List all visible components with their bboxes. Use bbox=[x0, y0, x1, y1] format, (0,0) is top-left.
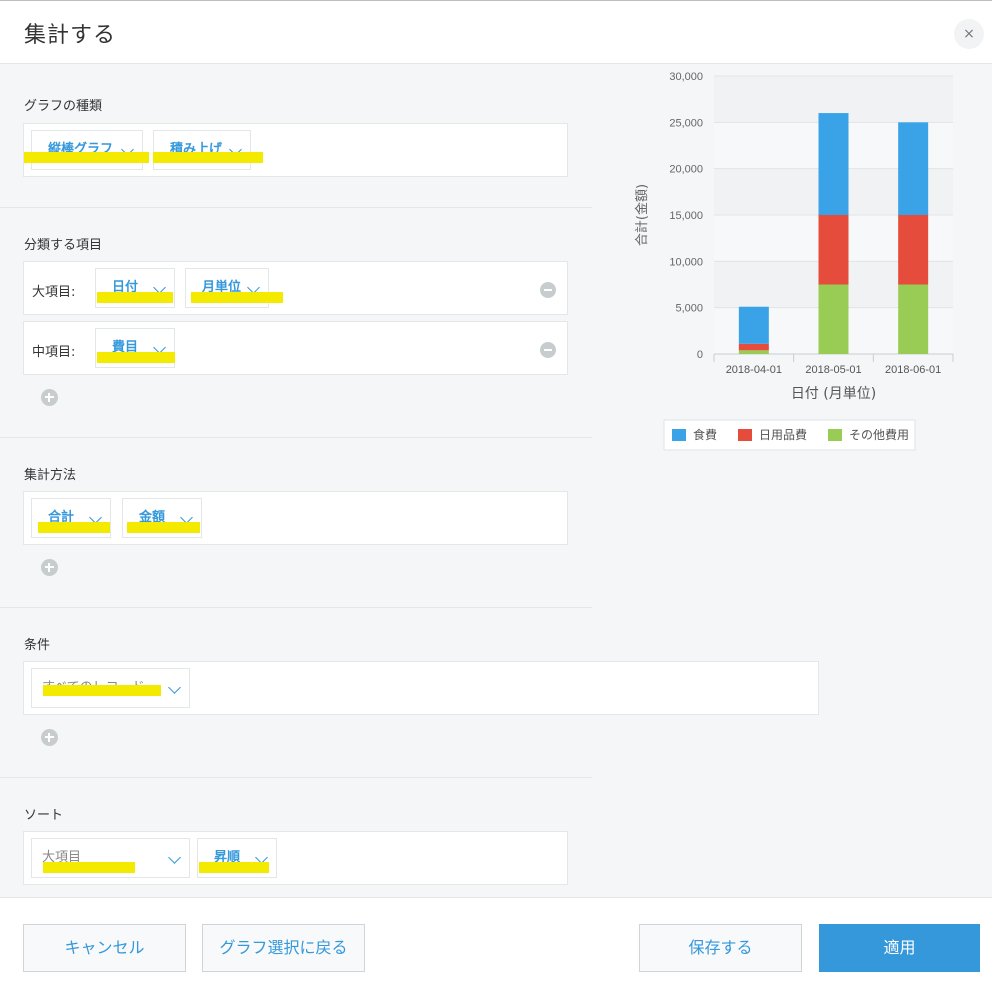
bar-segment bbox=[898, 284, 929, 354]
major-item-row: 大項目: 日付 月単位 bbox=[23, 261, 568, 315]
back-to-graph-select-button[interactable]: グラフ選択に戻る bbox=[202, 924, 365, 972]
highlight-mark bbox=[24, 152, 149, 163]
classification-section: 分類する項目 大項目: 日付 月単位 中項目: 費目 bbox=[0, 208, 592, 437]
graph-type-label: グラフの種類 bbox=[24, 99, 103, 114]
condition-label: 条件 bbox=[24, 638, 51, 653]
legend-label: 食費 bbox=[693, 427, 717, 442]
chevron-down-icon bbox=[168, 851, 181, 864]
legend-label: 日用品費 bbox=[759, 427, 807, 442]
dialog-title: 集計する bbox=[24, 23, 117, 48]
stack-mode-dropdown[interactable]: 積み上げ bbox=[153, 130, 251, 170]
bar-segment bbox=[818, 284, 849, 354]
middle-item-label: 中項目: bbox=[32, 345, 76, 360]
remove-row-icon[interactable] bbox=[540, 342, 556, 358]
bar-segment bbox=[818, 113, 849, 215]
highlight-mark bbox=[38, 522, 110, 533]
major-item-label: 大項目: bbox=[32, 285, 76, 300]
legend-swatch bbox=[672, 429, 686, 441]
chevron-down-icon bbox=[168, 681, 181, 694]
bar-segment bbox=[738, 350, 769, 354]
add-item-icon[interactable] bbox=[41, 389, 58, 406]
aggregation-box: 合計 金額 bbox=[23, 491, 568, 545]
legend-label: その他費用 bbox=[849, 427, 909, 442]
highlight-mark bbox=[191, 292, 283, 303]
dialog-footer: キャンセル グラフ選択に戻る 保存する 適用 bbox=[0, 897, 992, 985]
sort-label: ソート bbox=[24, 808, 64, 823]
highlight-mark bbox=[97, 352, 175, 363]
bar-segment bbox=[738, 306, 769, 344]
legend-swatch bbox=[738, 429, 752, 441]
condition-section: 条件 すべてのレコード bbox=[0, 608, 830, 777]
bar-segment bbox=[738, 343, 769, 351]
bar-segment bbox=[898, 215, 929, 285]
stacked-bar-chart: 0 5,000 10,000 15,000 20,000 25,000 30,000 2018… bbox=[634, 71, 954, 451]
condition-box: すべてのレコード bbox=[23, 661, 819, 715]
save-button[interactable]: 保存する bbox=[639, 924, 802, 972]
cancel-button[interactable]: キャンセル bbox=[23, 924, 186, 972]
chart-type-dropdown[interactable]: 縦棒グラフ bbox=[31, 130, 143, 170]
x-axis-title: 日付 (月単位) bbox=[791, 386, 876, 402]
apply-button[interactable]: 適用 bbox=[819, 924, 980, 972]
close-icon[interactable]: × bbox=[954, 19, 984, 49]
y-axis-title: 合計(金額) bbox=[634, 184, 650, 246]
x-tick-label: 2018-05-01 bbox=[805, 364, 861, 376]
y-tick-label: 10,000 bbox=[669, 256, 703, 268]
graph-type-box: 縦棒グラフ 積み上げ bbox=[23, 123, 568, 177]
add-condition-icon[interactable] bbox=[41, 729, 58, 746]
remove-row-icon[interactable] bbox=[540, 282, 556, 298]
x-tick-label: 2018-06-01 bbox=[885, 364, 941, 376]
legend-swatch bbox=[828, 429, 842, 441]
graph-type-section: グラフの種類 縦棒グラフ 積み上げ bbox=[0, 64, 592, 207]
chart-preview: 0 5,000 10,000 15,000 20,000 25,000 30,000 2018… bbox=[616, 64, 962, 466]
sort-box: 大項目 昇順 bbox=[23, 831, 568, 885]
dialog-header: 集計する × bbox=[0, 0, 992, 64]
highlight-mark bbox=[153, 152, 263, 163]
highlight-mark bbox=[97, 292, 173, 303]
bar-segment bbox=[898, 122, 929, 215]
bar-segment bbox=[818, 215, 849, 285]
aggregation-section: 集計方法 合計 金額 bbox=[0, 438, 592, 607]
y-tick-label: 20,000 bbox=[669, 164, 703, 176]
highlight-mark bbox=[199, 862, 269, 873]
y-tick-label: 15,000 bbox=[669, 210, 703, 222]
highlight-mark bbox=[43, 685, 161, 696]
middle-item-row: 中項目: 費目 bbox=[23, 321, 568, 375]
y-tick-label: 0 bbox=[697, 349, 703, 361]
x-tick-label: 2018-04-01 bbox=[726, 364, 782, 376]
add-aggregation-icon[interactable] bbox=[41, 559, 58, 576]
classification-label: 分類する項目 bbox=[24, 238, 103, 253]
aggregation-label: 集計方法 bbox=[24, 468, 77, 483]
highlight-mark bbox=[43, 862, 135, 873]
highlight-mark bbox=[127, 522, 200, 533]
sort-section: ソート 大項目 昇順 bbox=[0, 778, 592, 897]
y-tick-label: 25,000 bbox=[669, 117, 703, 129]
y-tick-label: 5,000 bbox=[675, 303, 703, 315]
y-tick-label: 30,000 bbox=[669, 71, 703, 83]
